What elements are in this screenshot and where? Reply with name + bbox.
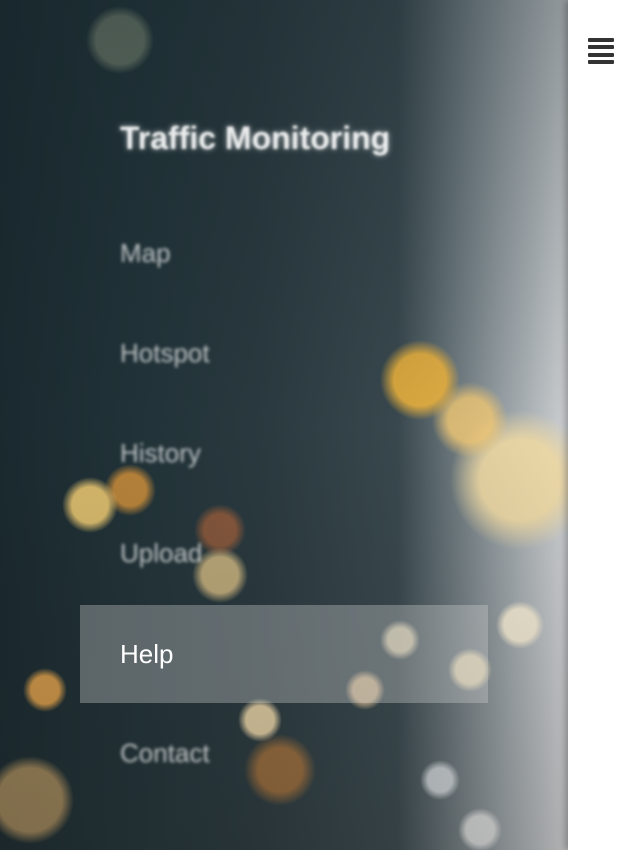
menu-item-map[interactable]: Map xyxy=(120,238,171,269)
hamburger-menu-icon[interactable] xyxy=(588,38,614,64)
menu-title: Traffic Monitoring xyxy=(120,120,391,156)
menu-item-help-label: Help xyxy=(120,638,174,669)
menu-item-hotspot[interactable]: Hotspot xyxy=(120,338,210,369)
menu-item-contact[interactable]: Contact xyxy=(120,738,210,769)
menu-item-upload[interactable]: Upload xyxy=(120,538,202,569)
menu-item-history[interactable]: History xyxy=(120,438,201,469)
side-panel xyxy=(568,0,632,850)
menu-item-help[interactable]: Help xyxy=(80,605,488,703)
